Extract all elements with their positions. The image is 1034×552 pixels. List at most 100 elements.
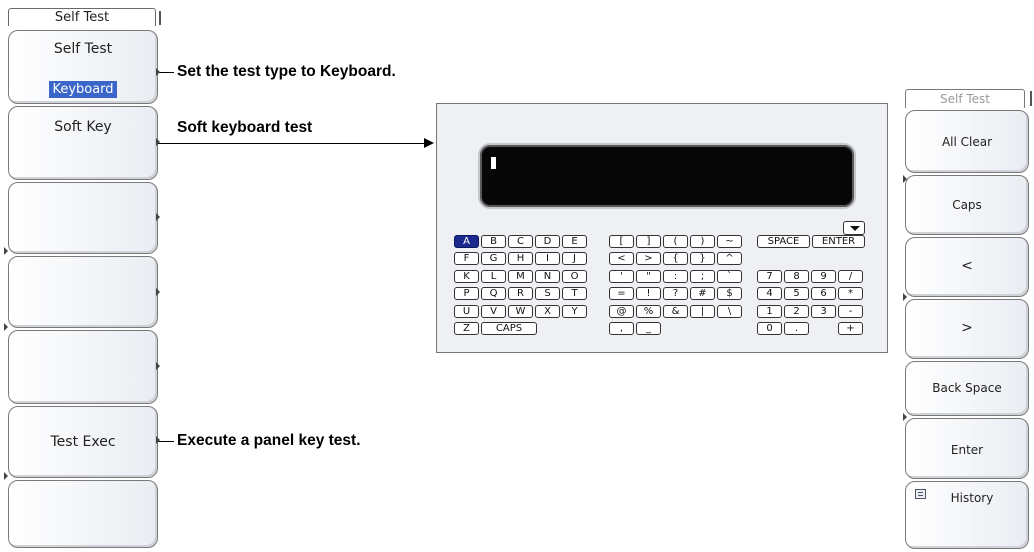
soft-key-test-label: Soft Key bbox=[54, 119, 112, 135]
key-num-1-3[interactable]: * bbox=[838, 287, 863, 300]
key-letter-v[interactable]: V bbox=[481, 305, 506, 318]
history-button[interactable]: History bbox=[905, 481, 1029, 549]
key-symbol-5-1[interactable]: % bbox=[636, 305, 661, 318]
blank-softkey-4[interactable] bbox=[8, 256, 158, 328]
tick-5 bbox=[156, 362, 160, 370]
key-symbol-3-4[interactable]: ` bbox=[717, 270, 742, 283]
tick-7 bbox=[4, 247, 8, 255]
blank-softkey-3[interactable] bbox=[8, 182, 158, 254]
key-plus[interactable]: + bbox=[838, 322, 863, 335]
caps-button[interactable]: Caps bbox=[905, 175, 1029, 235]
key-letter-x[interactable]: X bbox=[535, 305, 560, 318]
key-num-0-2[interactable]: 9 bbox=[811, 270, 836, 283]
key-symbol-6-1[interactable]: _ bbox=[636, 322, 661, 335]
callout-line-test-type bbox=[158, 72, 174, 73]
key-letter-m[interactable]: M bbox=[508, 270, 533, 283]
soft-key-test-softkey[interactable]: Soft Key bbox=[8, 106, 158, 180]
key-num-1-2[interactable]: 6 bbox=[811, 287, 836, 300]
key-symbol-5-4[interactable]: \ bbox=[717, 305, 742, 318]
key-num-0-3[interactable]: / bbox=[838, 270, 863, 283]
key-symbol-5-2[interactable]: & bbox=[663, 305, 688, 318]
key-letter-k[interactable]: K bbox=[454, 270, 479, 283]
key-letter-a-selected[interactable]: A bbox=[454, 235, 479, 248]
key-space[interactable]: SPACE bbox=[757, 235, 810, 248]
key-letter-c[interactable]: C bbox=[508, 235, 533, 248]
tick-r1 bbox=[903, 175, 907, 183]
key-letter-e[interactable]: E bbox=[562, 235, 587, 248]
self-test-type-softkey[interactable]: Self Test Keyboard bbox=[8, 30, 158, 104]
key-letter-t[interactable]: T bbox=[562, 287, 587, 300]
key-symbol-5-3[interactable]: | bbox=[690, 305, 715, 318]
key-letter-o[interactable]: O bbox=[562, 270, 587, 283]
key-symbol-3-3[interactable]: ; bbox=[690, 270, 715, 283]
key-symbol-2-3[interactable]: } bbox=[690, 252, 715, 265]
key-symbol-2-1[interactable]: > bbox=[636, 252, 661, 265]
soft-keyboard-window: A B C D E F G H I J K L M N O P Q R S T U V W X Y Z CAPS []() ~ < >{} ^… bbox=[436, 103, 888, 353]
callout-arrow-line bbox=[158, 143, 424, 144]
tick-6 bbox=[156, 436, 160, 444]
key-num-1-0[interactable]: 4 bbox=[757, 287, 782, 300]
key-num-0-0[interactable]: 7 bbox=[757, 270, 782, 283]
key-letter-j[interactable]: J bbox=[562, 252, 587, 265]
key-letter-q[interactable]: Q bbox=[481, 287, 506, 300]
key-symbol-4-4[interactable]: $ bbox=[717, 287, 742, 300]
key-letter-p[interactable]: P bbox=[454, 287, 479, 300]
key-letter-y[interactable]: Y bbox=[562, 305, 587, 318]
key-num-2-1[interactable]: 2 bbox=[784, 305, 809, 318]
key-symbol-3-1[interactable]: " bbox=[636, 270, 661, 283]
key-letter-l[interactable]: L bbox=[481, 270, 506, 283]
key-symbol-3-2[interactable]: : bbox=[663, 270, 688, 283]
blank-softkey-5[interactable] bbox=[8, 330, 158, 404]
key-num-0-1[interactable]: 8 bbox=[784, 270, 809, 283]
test-exec-label: Test Exec bbox=[50, 434, 116, 450]
key-letter-caps[interactable]: CAPS bbox=[481, 322, 537, 335]
key-num-dot[interactable]: . bbox=[784, 322, 809, 335]
key-symbol-5-0[interactable]: @ bbox=[609, 305, 634, 318]
self-test-type-value: Keyboard bbox=[49, 81, 117, 98]
key-symbol-1-3[interactable]: ) bbox=[690, 235, 715, 248]
key-letter-d[interactable]: D bbox=[535, 235, 560, 248]
key-letter-b[interactable]: B bbox=[481, 235, 506, 248]
key-num-2-3[interactable]: - bbox=[838, 305, 863, 318]
key-symbol-1-2[interactable]: ( bbox=[663, 235, 688, 248]
key-symbol-2-2[interactable]: { bbox=[663, 252, 688, 265]
key-symbol-2-4[interactable]: ^ bbox=[717, 252, 742, 265]
key-letter-w[interactable]: W bbox=[508, 305, 533, 318]
key-symbol-3-0[interactable]: ' bbox=[609, 270, 634, 283]
enter-button[interactable]: Enter bbox=[905, 418, 1029, 479]
key-letter-r[interactable]: R bbox=[508, 287, 533, 300]
key-num-zero[interactable]: 0 bbox=[757, 322, 782, 335]
key-symbol-1-1[interactable]: ] bbox=[636, 235, 661, 248]
key-symbol-4-1[interactable]: ! bbox=[636, 287, 661, 300]
key-letter-s[interactable]: S bbox=[535, 287, 560, 300]
key-letter-i[interactable]: I bbox=[535, 252, 560, 265]
blank-softkey-7[interactable] bbox=[8, 480, 158, 548]
tick-4 bbox=[156, 288, 160, 296]
test-exec-softkey[interactable]: Test Exec bbox=[8, 406, 158, 478]
key-num-2-2[interactable]: 3 bbox=[811, 305, 836, 318]
key-symbol-4-2[interactable]: ? bbox=[663, 287, 688, 300]
tick-3 bbox=[156, 213, 160, 221]
key-num-2-0[interactable]: 1 bbox=[757, 305, 782, 318]
key-num-1-1[interactable]: 5 bbox=[784, 287, 809, 300]
key-letter-n[interactable]: N bbox=[535, 270, 560, 283]
cursor-left-button[interactable]: < bbox=[905, 237, 1029, 297]
key-symbol-2-0[interactable]: < bbox=[609, 252, 634, 265]
key-letter-u[interactable]: U bbox=[454, 305, 479, 318]
key-symbol-4-3[interactable]: # bbox=[690, 287, 715, 300]
keyboard-dropdown-button[interactable] bbox=[843, 221, 865, 235]
key-letter-g[interactable]: G bbox=[481, 252, 506, 265]
key-symbol-1-0[interactable]: [ bbox=[609, 235, 634, 248]
tick-r3 bbox=[903, 413, 907, 421]
key-letter-h[interactable]: H bbox=[508, 252, 533, 265]
cursor-right-button[interactable]: > bbox=[905, 299, 1029, 359]
key-symbol-4-0[interactable]: = bbox=[609, 287, 634, 300]
right-tab-edge bbox=[1027, 91, 1032, 106]
key-letter-z[interactable]: Z bbox=[454, 322, 479, 335]
back-space-button[interactable]: Back Space bbox=[905, 361, 1029, 416]
key-symbol-1-4[interactable]: ~ bbox=[717, 235, 742, 248]
all-clear-button[interactable]: All Clear bbox=[905, 110, 1029, 173]
key-symbol-6-0[interactable]: , bbox=[609, 322, 634, 335]
key-letter-f[interactable]: F bbox=[454, 252, 479, 265]
key-enter[interactable]: ENTER bbox=[812, 235, 865, 248]
